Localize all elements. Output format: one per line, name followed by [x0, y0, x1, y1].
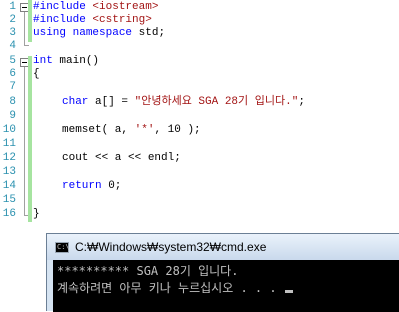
code-token: memset( a, — [62, 124, 135, 136]
code-line: return 0; — [62, 180, 121, 193]
code-token: using — [33, 27, 67, 39]
code-line: cout << a << endl; — [62, 152, 181, 164]
code-token: <cstring> — [85, 14, 152, 26]
outline-guide-end — [24, 45, 29, 46]
console-prompt-text: 계속하려면 아무 키나 누르십시오 . . . — [57, 281, 284, 295]
line-number: 1 — [9, 1, 16, 13]
line-number: 15 — [2, 194, 16, 206]
line-number: 4 — [9, 40, 16, 52]
code-token: namespace — [72, 27, 133, 39]
line-number: 16 — [2, 208, 16, 220]
console-output[interactable]: ********** SGA 28기 입니다. 계속하려면 아무 키나 누르십시… — [53, 260, 399, 312]
code-token: main() — [52, 55, 100, 67]
line-number: 5 — [9, 55, 16, 67]
change-indicator — [28, 56, 32, 222]
code-token: <iostream> — [85, 1, 159, 13]
line-number: 12 — [2, 152, 16, 164]
code-token: 0; — [101, 180, 122, 192]
code-editor[interactable]: 1 2 3 4 5 6 7 8 9 10 11 12 13 14 15 16 #… — [0, 0, 399, 230]
code-token: "안녕하세요 SGA 28기 입니다." — [134, 96, 299, 108]
code-line: char a[] = "안녕하세요 SGA 28기 입니다."; — [62, 96, 305, 109]
line-number-gutter: 1 2 3 4 5 6 7 8 9 10 11 12 13 14 15 16 — [0, 0, 18, 230]
cmd-window[interactable]: C:\ C:₩Windows₩system32₩cmd.exe ********… — [46, 233, 399, 312]
text-cursor — [284, 290, 293, 293]
cmd-window-title: C:₩Windows₩system32₩cmd.exe — [75, 240, 267, 254]
change-indicator — [28, 0, 32, 42]
code-line: #include <iostream> — [33, 1, 158, 14]
line-number: 9 — [9, 110, 16, 122]
line-number: 2 — [9, 14, 16, 26]
code-line: { — [33, 68, 40, 80]
code-token: '*' — [134, 124, 155, 136]
code-token: return — [62, 180, 102, 192]
outline-guide — [24, 12, 25, 45]
code-line: using namespace std; — [33, 27, 165, 40]
code-token: int — [33, 55, 53, 67]
code-token: char — [62, 96, 89, 108]
code-token: #include — [33, 1, 86, 13]
code-line: memset( a, '*', 10 ); — [62, 124, 201, 137]
outline-guide — [24, 67, 25, 215]
code-line: int main() — [33, 55, 99, 68]
code-token: ; — [298, 96, 305, 108]
line-number: 14 — [2, 180, 16, 192]
line-number: 7 — [9, 81, 16, 93]
line-number: 6 — [9, 68, 16, 80]
cmd-titlebar[interactable]: C:\ C:₩Windows₩system32₩cmd.exe — [47, 234, 399, 260]
line-number: 13 — [2, 166, 16, 178]
code-token: #include — [33, 14, 86, 26]
line-number: 10 — [2, 124, 16, 136]
code-token: a[] = — [88, 96, 135, 108]
code-token: , 10 ); — [154, 124, 201, 136]
line-number: 3 — [9, 27, 16, 39]
console-output-line: ********** SGA 28기 입니다. — [57, 264, 239, 278]
line-number: 8 — [9, 96, 16, 108]
code-line: } — [33, 208, 40, 220]
line-number: 11 — [2, 138, 16, 150]
console-output-line: 계속하려면 아무 키나 누르십시오 . . . — [57, 280, 293, 296]
code-token: std; — [132, 27, 166, 39]
code-line: #include <cstring> — [33, 14, 152, 27]
console-icon[interactable]: C:\ — [55, 242, 70, 253]
